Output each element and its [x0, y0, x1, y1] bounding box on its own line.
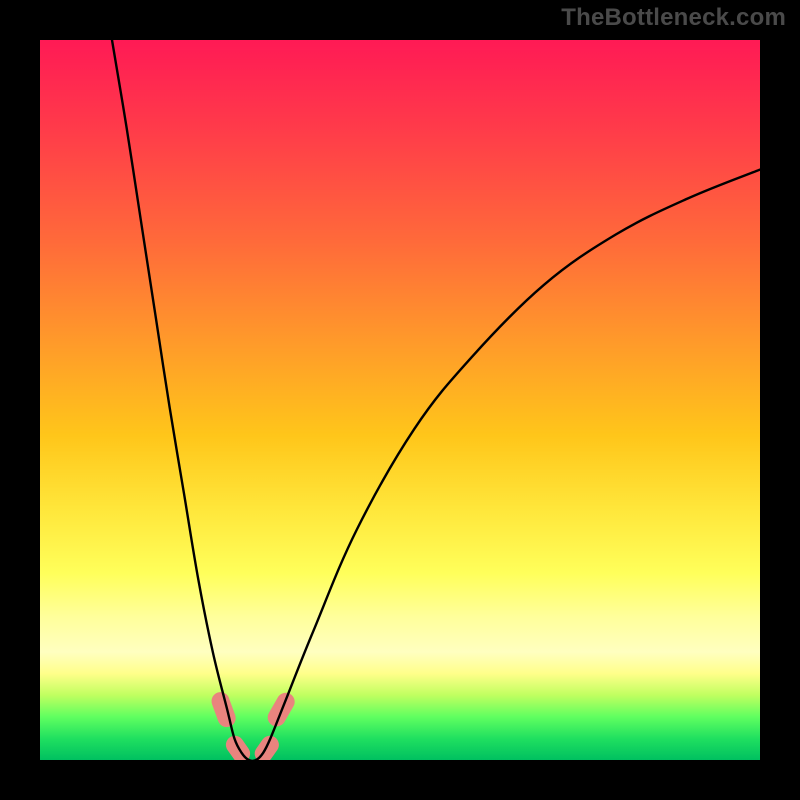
chart-frame: TheBottleneck.com: [0, 0, 800, 800]
bottleneck-curve: [112, 40, 760, 760]
watermark-text: TheBottleneck.com: [561, 6, 786, 30]
curve-svg: [40, 40, 760, 760]
plot-area: [40, 40, 760, 760]
